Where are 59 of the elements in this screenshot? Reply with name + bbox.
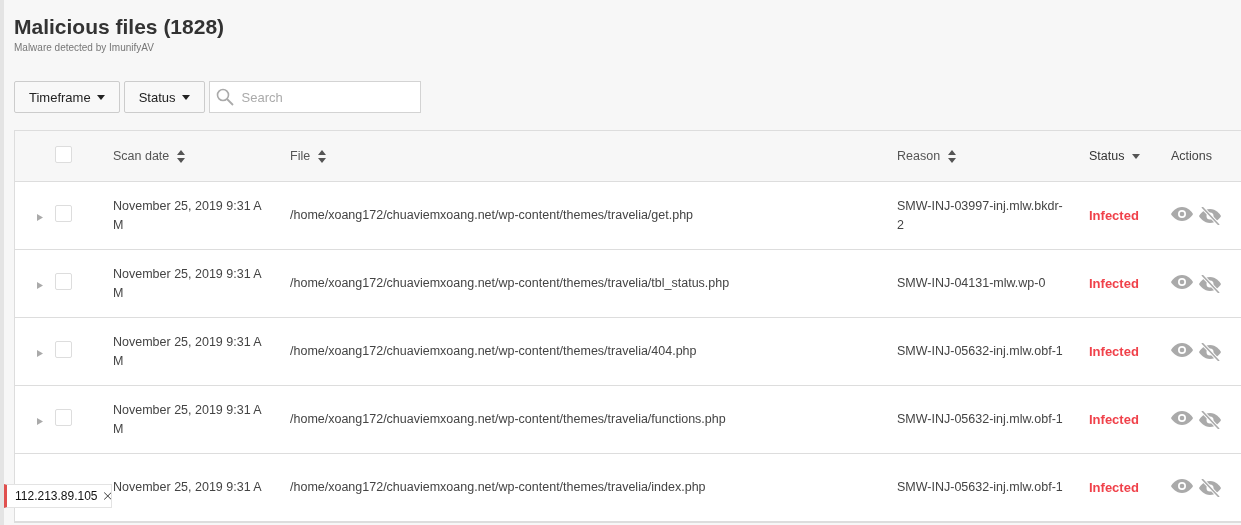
reason-text: SMW-INJ-03997-inj.mlw.bkdr-2 [897, 197, 1064, 234]
checkbox[interactable] [55, 273, 72, 290]
eye-off-icon[interactable] [1199, 274, 1221, 293]
eye-off-icon[interactable] [1199, 410, 1221, 429]
close-icon[interactable] [103, 491, 111, 501]
status-label: Infected [1089, 412, 1140, 427]
file-path: /home/xoang172/chuaviemxoang.net/wp-content/themes/travelia/get.php [290, 207, 695, 224]
eye-icon[interactable] [1171, 206, 1193, 221]
search-input[interactable]: Search [239, 88, 394, 106]
file-path: /home/xoang172/chuaviemxoang.net/wp-content/themes/travelia/tbl_status.php [290, 275, 731, 292]
expand-icon[interactable] [37, 281, 43, 289]
eye-off-icon[interactable] [1199, 342, 1221, 361]
column-header[interactable]: Reason [897, 149, 941, 163]
scan-date: November 25, 2019 9:31 AM [113, 401, 263, 438]
reason-text: SMW-INJ-05632-inj.mlw.obf-1 [897, 411, 1064, 428]
filter-dropdown[interactable]: Status [123, 81, 205, 113]
scan-date: November 25, 2019 9:31 AM [113, 265, 263, 302]
checkbox[interactable] [55, 145, 72, 163]
file-path: /home/xoang172/chuaviemxoang.net/wp-content/themes/travelia/404.php [290, 343, 698, 360]
expand-icon[interactable] [37, 349, 43, 357]
sort-icon[interactable] [948, 149, 957, 163]
page-title: Malicious files (1828) [14, 14, 226, 40]
caret-icon [181, 94, 190, 100]
status-label: Infected [1089, 208, 1140, 223]
eye-icon[interactable] [1171, 410, 1193, 425]
column-header[interactable]: File [290, 149, 311, 163]
file-path: /home/xoang172/chuaviemxoang.net/wp-content/themes/travelia/functions.php [290, 411, 727, 428]
scan-date: November 25, 2019 9:31 AM [113, 197, 263, 234]
expand-icon[interactable] [37, 213, 43, 221]
file-path: /home/xoang172/chuaviemxoang.net/wp-content/themes/travelia/index.php [290, 479, 707, 496]
status-label: Infected [1089, 480, 1140, 495]
sort-down-icon[interactable] [1132, 153, 1141, 159]
reason-text: SMW-INJ-04131-mlw.wp-0 [897, 275, 1047, 292]
eye-off-icon[interactable] [1199, 206, 1221, 225]
search-field[interactable]: Search [208, 81, 421, 113]
reason-text: SMW-INJ-05632-inj.mlw.obf-1 [897, 479, 1064, 496]
expand-icon[interactable] [37, 417, 43, 425]
scan-date: November 25, 2019 9:31 AM [113, 333, 263, 370]
sort-icon[interactable] [318, 149, 327, 163]
eye-off-icon[interactable] [1199, 478, 1221, 497]
scan-date: November 25, 2019 9:31 A [113, 479, 263, 496]
checkbox[interactable] [55, 205, 72, 222]
sort-icon[interactable] [177, 149, 186, 163]
eye-icon[interactable] [1171, 274, 1193, 289]
checkbox[interactable] [55, 341, 72, 358]
reason-text: SMW-INJ-05632-inj.mlw.obf-1 [897, 343, 1064, 360]
column-header: Actions [1171, 149, 1212, 163]
caret-icon [96, 94, 105, 100]
filter-dropdown[interactable]: Timeframe [14, 81, 120, 113]
search-icon [215, 88, 234, 106]
column-header[interactable]: Status [1089, 149, 1125, 163]
eye-icon[interactable] [1171, 478, 1193, 493]
status-label: Infected [1089, 344, 1140, 359]
page-subtitle: Malware detected by ImunifyAV [14, 42, 155, 53]
ip-address: 112.213.89.105 [15, 489, 98, 503]
eye-icon[interactable] [1171, 342, 1193, 357]
checkbox[interactable] [55, 409, 72, 426]
column-header[interactable]: Scan date [113, 149, 170, 163]
status-label: Infected [1089, 276, 1140, 291]
